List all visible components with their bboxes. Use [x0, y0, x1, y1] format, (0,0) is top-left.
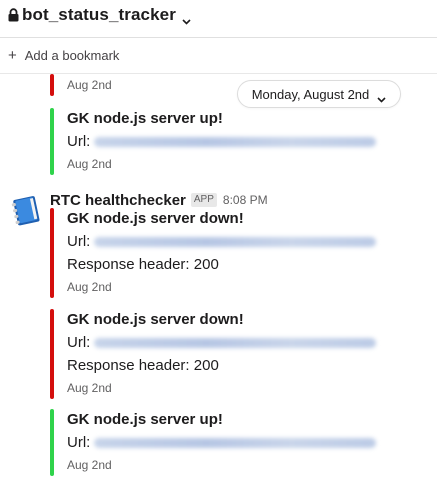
response-header-text: Response header: 200: [67, 357, 219, 374]
url-link[interactable]: [94, 338, 377, 349]
notebook-icon[interactable]: [8, 192, 42, 226]
attachment-date: Aug 2nd: [67, 157, 112, 171]
channel-header: bot_status_tracker: [0, 0, 437, 38]
chevron-down-icon: [377, 91, 386, 103]
sender-name[interactable]: RTC healthchecker: [50, 192, 186, 209]
bookmark-bar: + Add a bookmark: [0, 38, 437, 74]
attachment-server-down: GK node.js server down! Url: Response he…: [50, 309, 420, 399]
app-badge: APP: [190, 193, 217, 207]
status-bar-up: [50, 108, 54, 175]
attachment-title: GK node.js server down!: [67, 311, 244, 328]
attachment-date: Aug 2nd: [67, 458, 112, 472]
attachment-url-row: Url:: [67, 331, 420, 354]
status-bar-up: [50, 409, 54, 476]
url-link[interactable]: [94, 137, 377, 148]
channel-name: bot_status_tracker: [22, 5, 176, 24]
chevron-down-icon: [182, 12, 191, 25]
attachment-date: Aug 2nd: [67, 280, 112, 294]
response-header-text: Response header: 200: [67, 256, 219, 273]
plus-icon: +: [8, 47, 17, 64]
attachment-title: GK node.js server up!: [67, 110, 223, 127]
attachment-url-row: Url:: [67, 130, 420, 153]
message-header: RTC healthchecker APP 8:08 PM: [50, 190, 268, 210]
attachment-title: GK node.js server up!: [67, 411, 223, 428]
url-label: Url:: [67, 233, 91, 250]
attachment-title: GK node.js server down!: [67, 210, 244, 227]
status-bar-down: [50, 74, 54, 96]
date-divider-button[interactable]: Monday, August 2nd: [237, 80, 401, 108]
attachment-url-row: Url:: [67, 230, 420, 253]
add-bookmark-button[interactable]: + Add a bookmark: [8, 48, 119, 63]
message-timestamp[interactable]: 8:08 PM: [223, 193, 268, 207]
date-divider-label: Monday, August 2nd: [251, 86, 370, 102]
url-label: Url:: [67, 133, 91, 150]
attachment-url-row: Url:: [67, 431, 420, 454]
url-label: Url:: [67, 434, 91, 451]
lock-icon: [8, 8, 19, 22]
attachment-server-down: GK node.js server down! Url: Response he…: [50, 208, 420, 298]
channel-name-button[interactable]: bot_status_tracker: [8, 5, 191, 25]
message-feed[interactable]: Aug 2nd Monday, August 2nd GK node.js se…: [0, 74, 437, 488]
attachment-server-up: GK node.js server up! Url: Aug 2nd: [50, 108, 420, 175]
add-bookmark-label: Add a bookmark: [24, 48, 120, 63]
attachment-date: Aug 2nd: [67, 381, 112, 395]
status-bar-down: [50, 208, 54, 298]
url-label: Url:: [67, 334, 91, 351]
url-link[interactable]: [94, 237, 377, 248]
status-bar-down: [50, 309, 54, 399]
url-link[interactable]: [94, 438, 377, 449]
attachment-server-up: GK node.js server up! Url: Aug 2nd: [50, 409, 420, 476]
